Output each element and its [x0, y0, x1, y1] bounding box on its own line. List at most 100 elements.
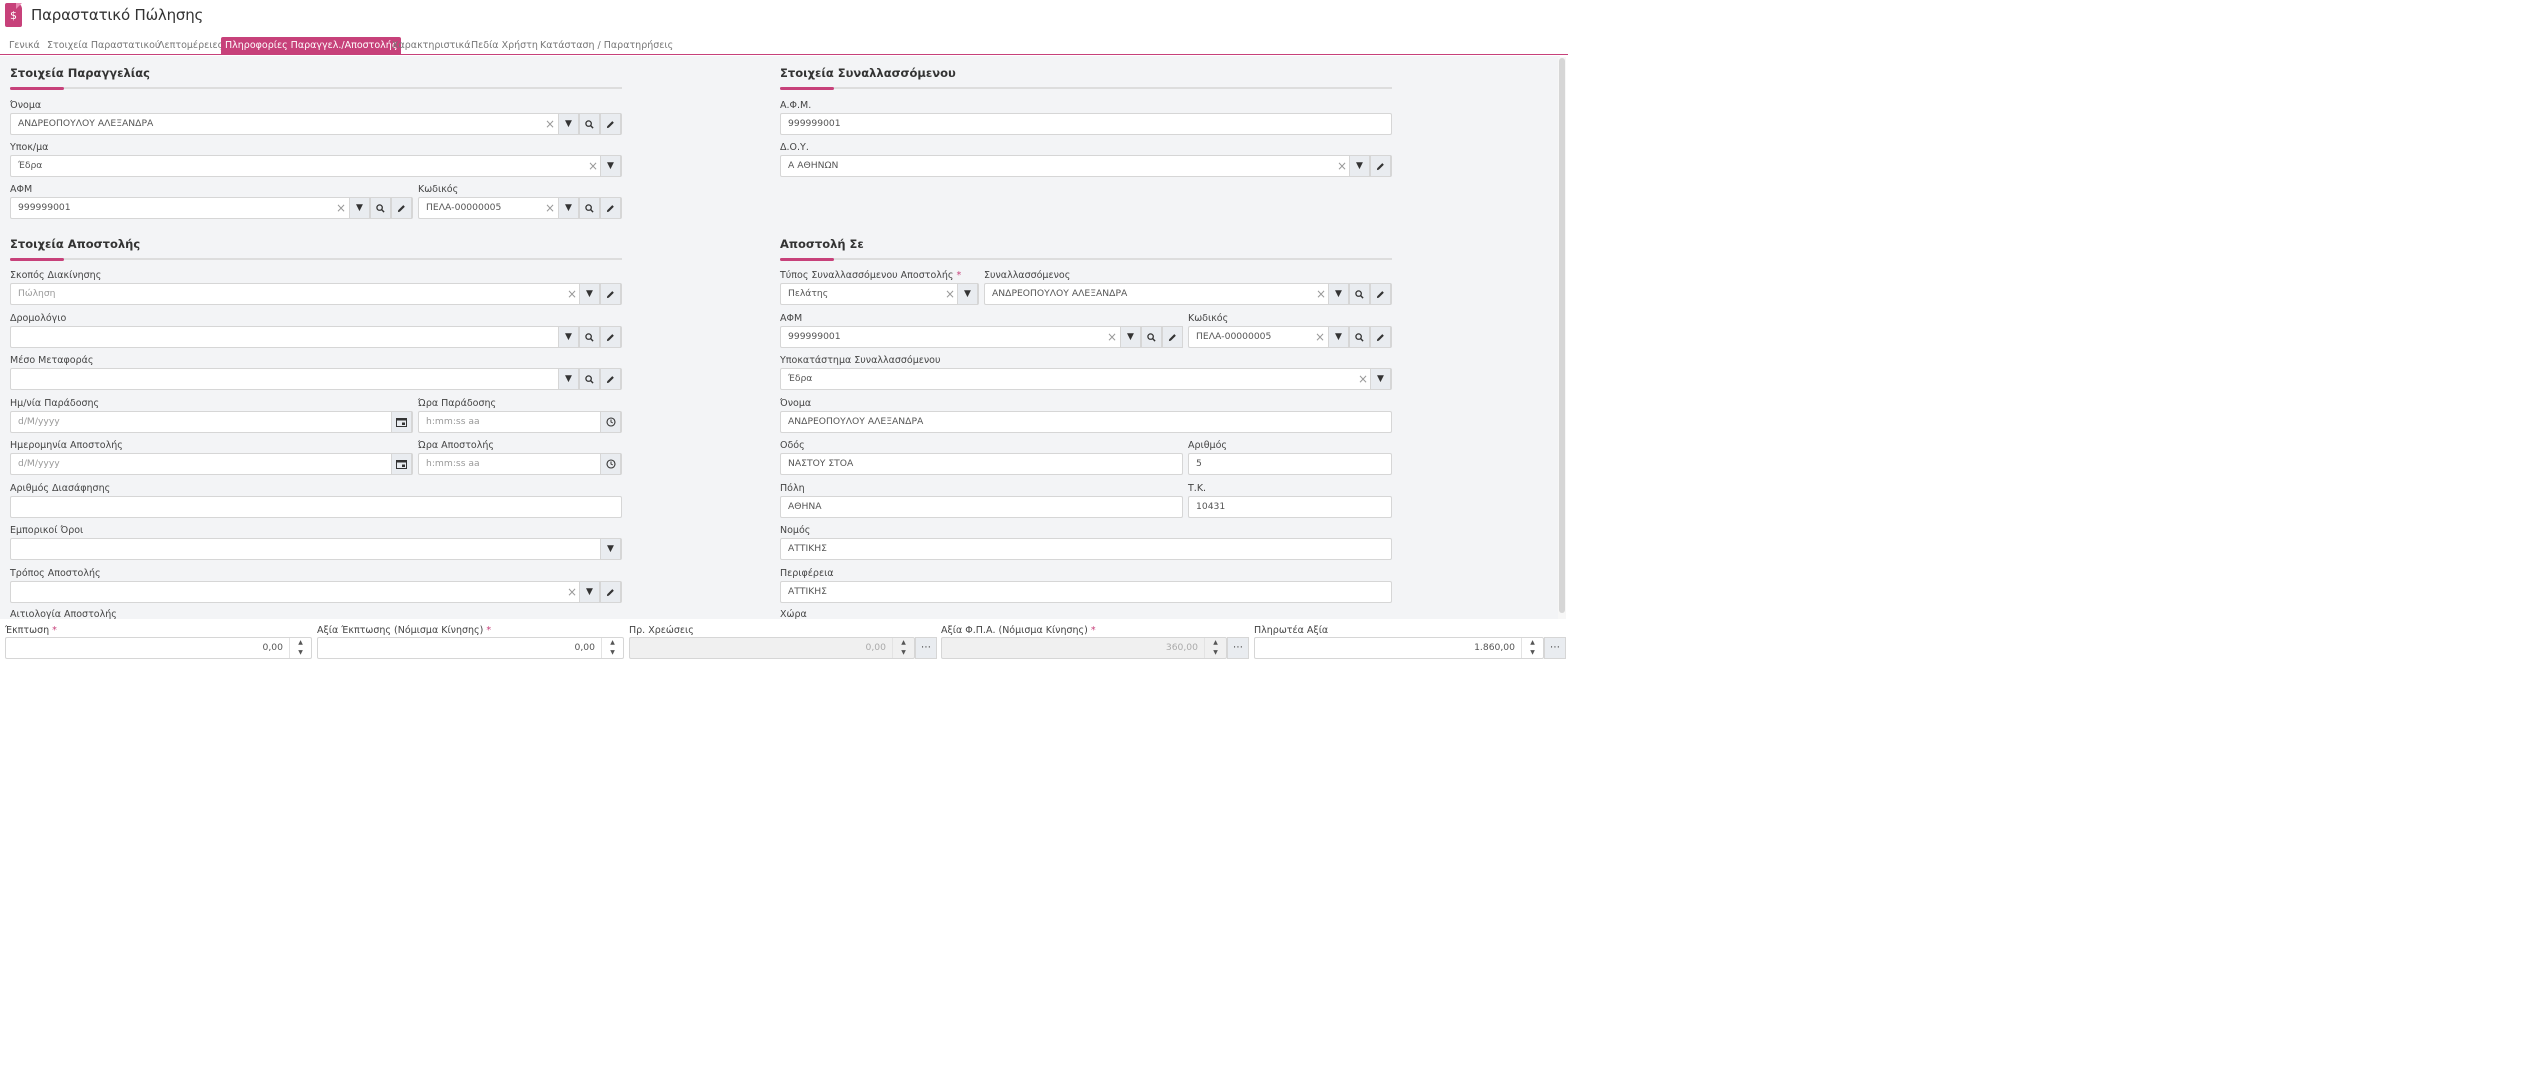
pencil-icon [606, 588, 614, 596]
edit-button[interactable] [1370, 283, 1391, 305]
trader-afm-field[interactable]: 999999001 [780, 113, 1392, 135]
stepper-icon[interactable]: ▲ ▼ [601, 638, 623, 658]
shipto-trader-field[interactable]: ΑΝΔΡΕΟΠΟΥΛΟΥ ΑΛΕΞΑΝΔΡΑ × ▼ [984, 283, 1392, 305]
order-code-field[interactable]: ΠΕΛΑ-00000005 × ▼ [418, 197, 622, 219]
tab-status-notes[interactable]: Κατάσταση / Παρατηρήσεις [536, 37, 677, 54]
clear-icon[interactable]: × [1356, 369, 1370, 389]
stepper-icon[interactable]: ▲ ▼ [289, 638, 311, 658]
dropdown-button[interactable]: ▼ [558, 368, 579, 390]
clock-icon [605, 417, 616, 427]
calendar-button[interactable] [391, 411, 412, 433]
more-button[interactable]: ⋯ [915, 637, 937, 659]
shipto-code-field[interactable]: ΠΕΛΑ-00000005 × ▼ [1188, 326, 1392, 348]
vertical-scrollbar[interactable] [1558, 57, 1566, 619]
tab-characteristics[interactable]: Χαρακτηριστικά [388, 37, 474, 54]
stepper-icon[interactable]: ▲ ▼ [1521, 638, 1543, 658]
purpose-field[interactable]: Πώληση × ▼ [10, 283, 622, 305]
order-branch-field[interactable]: Έδρα × ▼ [10, 155, 622, 177]
shipto-name-input[interactable]: ΑΝΔΡΕΟΠΟΥΛΟΥ ΑΛΕΞΑΝΔΡΑ [780, 411, 1392, 433]
dropdown-button[interactable]: ▼ [1349, 155, 1370, 177]
delivery-date-input[interactable]: d/M/yyyy [10, 411, 413, 433]
calendar-button[interactable] [391, 453, 412, 475]
pencil-icon [606, 333, 614, 341]
clearance-input[interactable] [10, 496, 622, 518]
prefecture-input[interactable]: ΑΤΤΙΚΗΣ [780, 538, 1392, 560]
street-input[interactable]: ΝΑΣΤΟΥ ΣΤΟΑ [780, 453, 1183, 475]
dropdown-button[interactable]: ▼ [579, 283, 600, 305]
search-button[interactable] [1141, 326, 1162, 348]
edit-button[interactable] [600, 283, 621, 305]
clear-icon[interactable]: × [943, 284, 957, 304]
more-button[interactable]: ⋯ [1544, 637, 1566, 659]
zip-label: Τ.Κ. [1188, 483, 1207, 494]
dropdown-button[interactable]: ▼ [349, 197, 370, 219]
edit-button[interactable] [600, 368, 621, 390]
dropdown-button[interactable]: ▼ [558, 326, 579, 348]
number-input[interactable]: 5 [1188, 453, 1392, 475]
trader-doy-field[interactable]: Α ΑΘΗΝΩΝ × ▼ [780, 155, 1392, 177]
zip-input[interactable]: 10431 [1188, 496, 1392, 518]
search-button[interactable] [370, 197, 391, 219]
edit-button[interactable] [600, 197, 621, 219]
route-field[interactable]: ▼ [10, 326, 622, 348]
order-afm-field[interactable]: 999999001 × ▼ [10, 197, 413, 219]
clear-icon[interactable]: × [1314, 284, 1328, 304]
edit-button[interactable] [600, 113, 621, 135]
shipto-branch-field[interactable]: Έδρα × ▼ [780, 368, 1392, 390]
search-button[interactable] [1349, 283, 1370, 305]
more-button[interactable]: ⋯ [1227, 637, 1249, 659]
transport-field[interactable]: ▼ [10, 368, 622, 390]
clear-icon[interactable]: × [565, 284, 579, 304]
city-input[interactable]: ΑΘΗΝΑ [780, 496, 1183, 518]
dropdown-button[interactable]: ▼ [600, 538, 621, 560]
discount-amount-input[interactable]: 0,00 ▲ ▼ [317, 637, 624, 659]
dropdown-button[interactable]: ▼ [1328, 283, 1349, 305]
clear-icon[interactable]: × [586, 156, 600, 176]
dropdown-button[interactable]: ▼ [579, 581, 600, 603]
clear-icon[interactable]: × [565, 582, 579, 602]
ship-date-input[interactable]: d/M/yyyy [10, 453, 413, 475]
clear-icon[interactable]: × [1105, 327, 1119, 347]
clear-icon[interactable]: × [1335, 156, 1349, 176]
edit-button[interactable] [391, 197, 412, 219]
dropdown-button[interactable]: ▼ [1120, 326, 1141, 348]
discount-input[interactable]: 0,00 ▲ ▼ [5, 637, 312, 659]
tab-order-shipping[interactable]: Πληροφορίες Παραγγελ./Αποστολής [221, 37, 402, 54]
search-button[interactable] [579, 368, 600, 390]
clear-icon[interactable]: × [543, 198, 557, 218]
clear-icon[interactable]: × [1313, 327, 1327, 347]
terms-field[interactable]: ▼ [10, 538, 622, 560]
search-button[interactable] [579, 113, 600, 135]
clear-icon[interactable]: × [543, 114, 557, 134]
dropdown-button[interactable]: ▼ [558, 197, 579, 219]
dropdown-button[interactable]: ▼ [957, 283, 978, 305]
tab-details[interactable]: Λεπτομέρειες [154, 37, 227, 54]
edit-button[interactable] [1162, 326, 1183, 348]
region-input[interactable]: ΑΤΤΙΚΗΣ [780, 581, 1392, 603]
payable-input[interactable]: 1.860,00 ▲ ▼ [1254, 637, 1544, 659]
dropdown-button[interactable]: ▼ [1370, 368, 1391, 390]
clock-button[interactable] [600, 411, 621, 433]
edit-button[interactable] [600, 326, 621, 348]
dropdown-button[interactable]: ▼ [558, 113, 579, 135]
edit-button[interactable] [1370, 155, 1391, 177]
shipto-type-field[interactable]: Πελάτης × ▼ [780, 283, 979, 305]
tab-user-fields[interactable]: Πεδία Χρήστη [467, 37, 542, 54]
search-button[interactable] [1349, 326, 1370, 348]
tab-document-details[interactable]: Στοιχεία Παραστατικού [43, 37, 164, 54]
scrollbar-thumb[interactable] [1559, 58, 1565, 613]
tab-general[interactable]: Γενικά [5, 37, 44, 54]
edit-button[interactable] [1370, 326, 1391, 348]
dropdown-button[interactable]: ▼ [1328, 326, 1349, 348]
dropdown-button[interactable]: ▼ [600, 155, 621, 177]
method-field[interactable]: × ▼ [10, 581, 622, 603]
search-button[interactable] [579, 197, 600, 219]
edit-button[interactable] [600, 581, 621, 603]
order-name-field[interactable]: ΑΝΔΡΕΟΠΟΥΛΟΥ ΑΛΕΞΑΝΔΡΑ × ▼ [10, 113, 622, 135]
shipto-afm-field[interactable]: 999999001 × ▼ [780, 326, 1183, 348]
clear-icon[interactable]: × [334, 198, 348, 218]
clock-button[interactable] [600, 453, 621, 475]
ship-time-input[interactable]: h:mm:ss aa [418, 453, 622, 475]
search-button[interactable] [579, 326, 600, 348]
delivery-time-input[interactable]: h:mm:ss aa [418, 411, 622, 433]
